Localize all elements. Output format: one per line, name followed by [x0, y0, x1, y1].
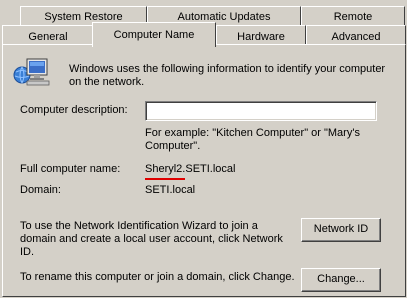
computer-description-input[interactable]: [145, 101, 377, 121]
tab-computer-name[interactable]: Computer Name: [92, 22, 216, 47]
domain-value: SETI.local: [145, 184, 196, 196]
network-id-button[interactable]: Network ID: [301, 218, 381, 242]
full-computer-name-label: Full computer name:: [20, 163, 121, 175]
example-text: For example: "Kitchen Computer" or "Mary…: [145, 127, 360, 152]
network-wizard-text: To use the Network Identification Wizard…: [20, 220, 283, 258]
tab-panel: Windows uses the following information t…: [2, 44, 406, 297]
computer-network-icon: [13, 55, 53, 89]
description-label: Computer description:: [20, 104, 128, 117]
network-id-button-label: Network ID: [313, 223, 369, 235]
domain-label: Domain:: [20, 184, 61, 196]
tab-remote[interactable]: Remote: [301, 6, 405, 25]
description-label-text: Computer description:: [20, 104, 128, 116]
change-button-label: Change...: [317, 273, 365, 285]
rename-text: To rename this computer or join a domain…: [20, 271, 295, 283]
tab-hardware[interactable]: Hardware: [216, 25, 306, 45]
annotation-underline: [145, 178, 185, 180]
tab-advanced[interactable]: Advanced: [306, 25, 406, 45]
tab-general[interactable]: General: [2, 25, 94, 45]
change-button[interactable]: Change...: [301, 268, 381, 292]
info-text: Windows uses the following information t…: [69, 63, 386, 88]
full-computer-name-value: Sheryl2.SETI.local: [145, 163, 236, 175]
